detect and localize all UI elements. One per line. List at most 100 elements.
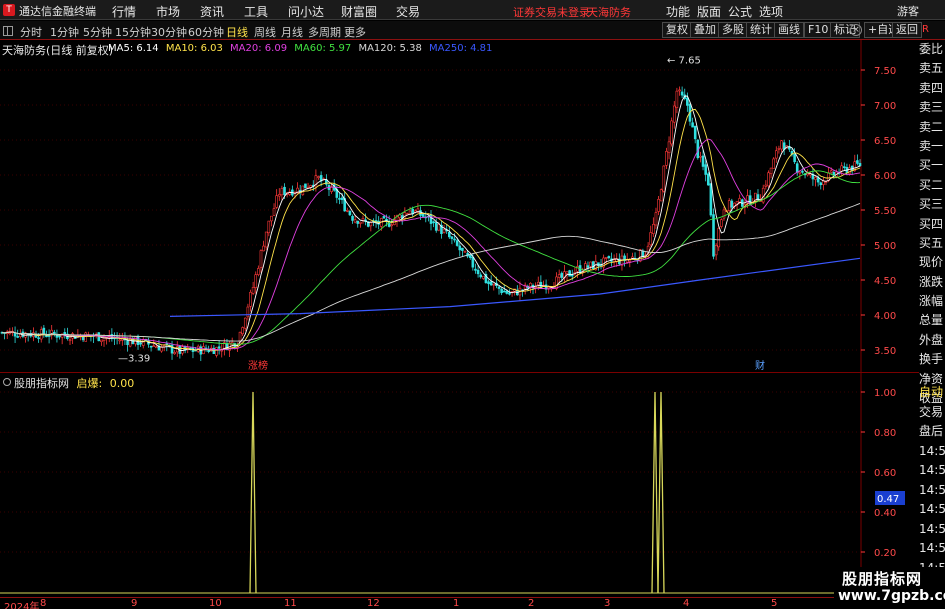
side-tab-16[interactable]: 换手 [919, 350, 945, 369]
candle-body [557, 274, 561, 278]
f10-button[interactable]: F10 [804, 22, 833, 38]
period-5min[interactable]: 5分钟 [83, 24, 112, 40]
period-30min[interactable]: 30分钟 [151, 24, 187, 40]
menu-trade[interactable]: 交易 [396, 3, 420, 20]
indicator-chart[interactable]: 1.00 0.80 0.60 0.40 0.20 0.47 [0, 373, 919, 597]
period-monthly[interactable]: 月线 [281, 24, 303, 40]
candle-body [152, 345, 156, 348]
candle-body [139, 342, 142, 345]
candlestick-chart[interactable]: 7.50 7.00 6.50 6.00 5.50 5.00 4.50 4.00 3.50 ← 7.… [0, 40, 919, 373]
event-marker-finance[interactable]: 财 [755, 359, 765, 372]
indicator-settings-icon[interactable] [3, 378, 11, 386]
side-tab-8[interactable]: 买三 [919, 195, 945, 214]
period-1min[interactable]: 1分钟 [50, 24, 79, 40]
indicator-name: 股朋指标网 [14, 377, 69, 390]
tick-time-2: 14:56 [919, 482, 945, 497]
candle-body [262, 245, 265, 252]
event-marker-rank[interactable]: 涨榜 [248, 359, 268, 372]
side-tab-5[interactable]: 卖一 [919, 137, 945, 156]
menu-tools[interactable]: 工具 [244, 3, 268, 20]
side-tab-9[interactable]: 买四 [919, 215, 945, 234]
candle-body [497, 286, 501, 289]
side-tab-2[interactable]: 卖四 [919, 79, 945, 98]
quote-side-panel: 委比 卖五 卖四 卖三 卖二 卖一 买一 买二 买三 买四 买五 现价 涨跌 涨幅 总量 外盘 换手 净资 收益 [919, 40, 945, 405]
side-tab-10[interactable]: 买五 [919, 234, 945, 253]
period-15min[interactable]: 15分钟 [115, 24, 151, 40]
period-weekly[interactable]: 周线 [254, 24, 276, 40]
side-tab-13[interactable]: 涨幅 [919, 292, 945, 311]
date-axis: 2024年 8 9 10 11 12 1 2 3 4 5 [0, 597, 945, 609]
chart-background [0, 40, 919, 373]
formula-button[interactable]: 公式 [728, 3, 752, 20]
stock-title: 天海防务 [587, 6, 631, 19]
side-tab-3[interactable]: 卖三 [919, 98, 945, 117]
indicator-series-label: 启爆: [76, 377, 103, 390]
guest-account[interactable]: 游客 [897, 3, 919, 19]
menu-xiaoda[interactable]: 问小达 [288, 3, 324, 20]
period-60min[interactable]: 60分钟 [188, 24, 224, 40]
candle-body [555, 276, 558, 290]
grid-icon[interactable] [3, 26, 13, 36]
draw-line-button[interactable]: 画线 [774, 22, 804, 38]
candle-body [351, 215, 354, 221]
period-multi[interactable]: 多周期 [308, 24, 341, 40]
date-label-0: 2024年 [4, 602, 40, 609]
candle-body [304, 183, 307, 189]
candle-body [249, 291, 252, 307]
candle-body [243, 317, 247, 329]
candle-body [670, 120, 673, 145]
options-button[interactable]: 选项 [759, 3, 783, 20]
back-button[interactable]: 返回 [892, 22, 922, 38]
side-tab-4[interactable]: 卖二 [919, 118, 945, 137]
candle-body [659, 189, 663, 202]
menu-news[interactable]: 资讯 [200, 3, 224, 20]
trade-tab-1[interactable]: 交易 [919, 403, 945, 423]
candle-body [257, 268, 260, 275]
close-icon[interactable]: × [850, 24, 862, 36]
period-intraday[interactable]: 分时 [20, 24, 42, 40]
adjust-button[interactable]: 复权 [662, 22, 692, 38]
overlay-button[interactable]: 叠加 [690, 22, 720, 38]
multi-stock-button[interactable]: 多股 [718, 22, 748, 38]
trade-tab-0[interactable]: 自动 [919, 383, 945, 403]
candle-body [649, 232, 653, 246]
layout-button[interactable]: 版面 [697, 3, 721, 20]
candle-body [793, 154, 796, 163]
candle-body [369, 222, 373, 227]
candle-body [259, 250, 263, 268]
tick-time-5: 14:57 [919, 541, 945, 555]
panel-toggle-icon[interactable]: R [922, 24, 929, 35]
date-label-5: 12 [367, 598, 380, 609]
date-label-1: 8 [40, 598, 47, 609]
tick-time-3: 14:56 [919, 502, 945, 516]
candle-body [275, 195, 278, 208]
candle-body [570, 274, 574, 277]
side-tab-6[interactable]: 买一 [919, 156, 945, 175]
candle-body [704, 164, 707, 175]
side-tab-15[interactable]: 外盘 [919, 331, 945, 350]
period-more[interactable]: 更多 [344, 24, 366, 40]
period-toolbar: 分时 1分钟 5分钟 15分钟 30分钟 60分钟 日线 周线 月线 多周期 更… [0, 21, 945, 40]
candle-body [100, 339, 103, 342]
candle-body [317, 176, 320, 178]
side-tab-11[interactable]: 现价 [919, 253, 945, 272]
side-tab-7[interactable]: 买二 [919, 176, 945, 195]
date-label-4: 11 [284, 598, 297, 609]
side-tab-12[interactable]: 涨跌 [919, 273, 945, 292]
candle-body [565, 271, 569, 274]
side-tab-0[interactable]: 委比 [919, 40, 945, 59]
menu-market[interactable]: 市场 [156, 3, 180, 20]
period-daily[interactable]: 日线 [226, 24, 248, 40]
candle-body [432, 221, 435, 224]
login-status[interactable]: 证券交易未登录 [513, 4, 590, 20]
trade-tab-2[interactable]: 盘后 [919, 422, 945, 442]
indicator-tick-label: 1.00 [874, 388, 896, 399]
side-tab-1[interactable]: 卖五 [919, 59, 945, 78]
menu-quotes[interactable]: 行情 [112, 3, 136, 20]
function-button[interactable]: 功能 [666, 3, 690, 20]
candle-body [654, 212, 658, 226]
menu-wealth[interactable]: 财富圈 [341, 3, 377, 20]
candle-body [448, 232, 451, 238]
statistics-button[interactable]: 统计 [746, 22, 776, 38]
side-tab-14[interactable]: 总量 [919, 311, 945, 330]
